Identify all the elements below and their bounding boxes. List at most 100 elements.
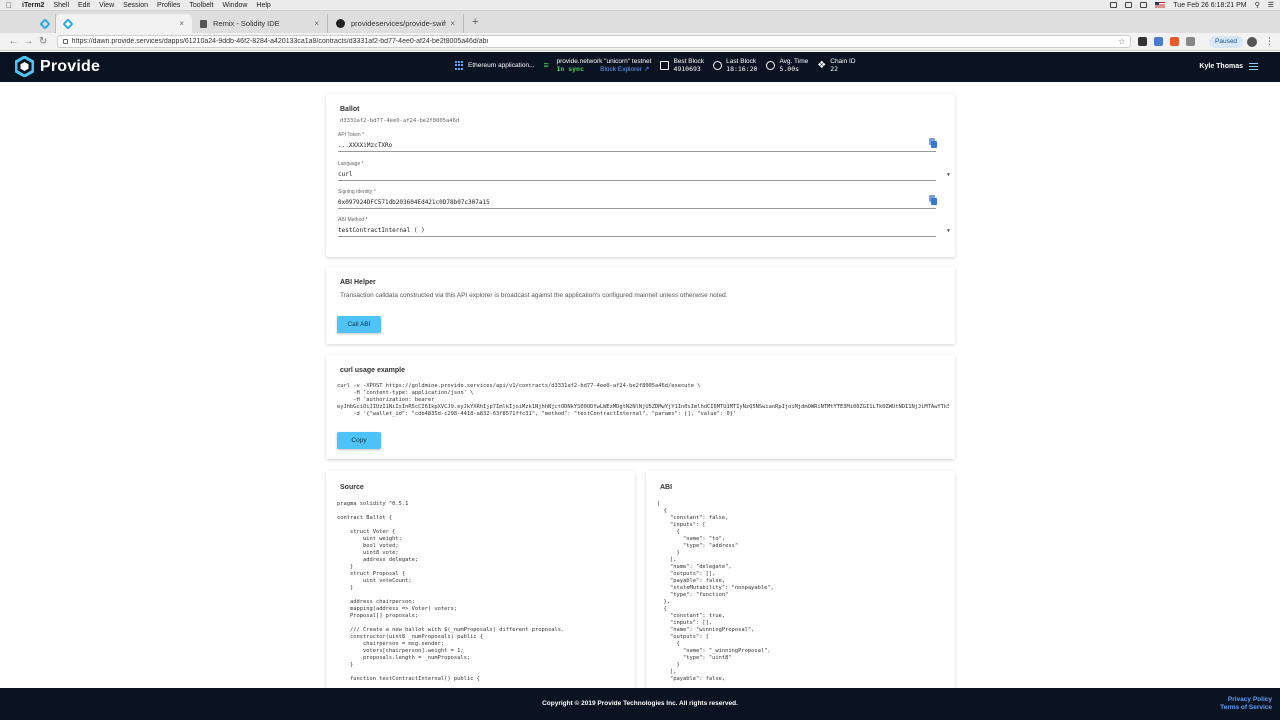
main-content: Ballot d3331af2-bd77-4ee0-af24-be2f8005a… — [0, 82, 1280, 688]
url-text[interactable]: https://dawn.provide.services/dapps/6121… — [72, 38, 1118, 45]
language-value[interactable]: curl — [338, 171, 352, 178]
abi-title: ABI — [660, 484, 673, 491]
curl-code-block: curl -v -XPOST https://goldmine.provide.… — [337, 383, 949, 417]
menu-view[interactable]: View — [99, 2, 114, 9]
abi-method-value[interactable]: testContractInternal ( ) — [338, 227, 425, 234]
more-options-icon[interactable]: ⋮ — [1265, 36, 1274, 47]
brand-logo[interactable]: Provide — [15, 56, 100, 77]
battery-icon[interactable] — [1140, 2, 1148, 8]
profile-avatar[interactable] — [1247, 36, 1257, 47]
browser-toolbar: ← → ↻ https://dawn.provide.services/dapp… — [0, 33, 1280, 51]
copyright-text: Copyright © 2019 Provide Technologies In… — [542, 700, 738, 707]
extension-icon[interactable] — [1186, 37, 1195, 46]
api-token-label: API Token * — [338, 132, 365, 138]
app-header: Provide Ethereum application... ≡ provid… — [0, 52, 1280, 82]
hamburger-menu-icon[interactable] — [1249, 63, 1258, 70]
last-block-value: 18:16:20 — [726, 64, 758, 73]
chain-id-stat: ❖ Chain ID 22 — [817, 58, 855, 73]
source-title: Source — [340, 484, 364, 491]
avg-time-stat: Avg. Time 5.00s — [766, 58, 808, 73]
us-flag-icon[interactable] — [1155, 2, 1166, 8]
profile-paused-chip[interactable]: Paused — [1209, 35, 1244, 48]
menu-app[interactable]: iTerm2 — [22, 2, 44, 9]
wifi-icon[interactable] — [1125, 2, 1133, 8]
address-bar[interactable]: https://dawn.provide.services/dapps/6121… — [56, 35, 1132, 48]
status-icon[interactable] — [1110, 2, 1118, 8]
user-name: Kyle Thomas — [1199, 63, 1243, 70]
copy-token-icon[interactable] — [929, 138, 937, 148]
forward-icon[interactable]: → — [21, 36, 36, 47]
provide-favicon-icon — [62, 17, 74, 30]
language-field[interactable]: Language * curl ▼ — [338, 161, 950, 181]
menu-shell[interactable]: Shell — [53, 2, 69, 9]
provide-hex-icon — [15, 56, 34, 77]
browser-tab-github[interactable]: provideservices/provide-swift × — [328, 14, 464, 33]
ballot-card: Ballot d3331af2-bd77-4ee0-af24-be2f8005a… — [326, 94, 955, 257]
extension-icon[interactable] — [1170, 37, 1180, 46]
abi-method-label: ABI Method * — [338, 217, 368, 223]
menu-window[interactable]: Window — [223, 2, 248, 9]
tab-label: provideservices/provide-swift — [351, 19, 447, 28]
signing-identity-label: Signing Identity * — [338, 189, 376, 195]
avg-time-value: 5.00s — [779, 64, 800, 73]
apple-icon[interactable]:  — [6, 1, 12, 10]
dropdown-arrow-icon[interactable]: ▼ — [947, 228, 950, 234]
close-tab-icon[interactable]: × — [450, 19, 455, 28]
brand-name: Provide — [40, 57, 101, 75]
network-status: ≡ provide.network "unicorn" testnet In s… — [543, 58, 651, 73]
contract-id: d3331af2-bd77-4ee0-af24-be2f8005a46d — [340, 118, 460, 124]
terms-of-service-link[interactable]: Terms of Service — [1220, 704, 1272, 712]
curl-usage-title: curl usage example — [340, 367, 405, 374]
menu-toolbelt[interactable]: Toolbelt — [189, 2, 213, 9]
api-token-value[interactable]: ...XXXXiMzcTXRo — [338, 142, 392, 149]
sync-status: In sync — [556, 64, 584, 73]
copy-identity-icon[interactable] — [929, 195, 937, 205]
bookmark-star-icon[interactable]: ☆ — [1118, 37, 1125, 46]
new-tab-button[interactable]: + — [472, 16, 478, 28]
footer-links: Privacy Policy Terms of Service — [1220, 696, 1272, 712]
browser-tab-provide-pinned[interactable] — [36, 14, 56, 33]
application-selector[interactable]: Ethereum application... — [455, 61, 534, 70]
user-menu[interactable]: Kyle Thomas — [1199, 63, 1258, 70]
menu-help[interactable]: Help — [256, 2, 270, 9]
menu-profiles[interactable]: Profiles — [157, 2, 180, 9]
source-card: Source pragma solidity ^0.5.1 contract B… — [326, 471, 635, 688]
best-block-stat: Best Block 4910693 — [660, 58, 704, 73]
system-clock[interactable]: Tue Feb 26 6:18:21 PM — [1173, 2, 1246, 9]
github-favicon-icon — [336, 19, 345, 28]
os-menubar:  iTerm2 Shell Edit View Session Profile… — [0, 0, 1280, 11]
back-icon[interactable]: ← — [6, 36, 21, 47]
block-icon — [660, 61, 670, 70]
block-explorer-link[interactable]: Block Explorer — [600, 66, 642, 73]
abi-method-field[interactable]: ABI Method * testContractInternal ( ) ▼ — [338, 217, 950, 237]
abi-card: ABI [ { "constant": false, "inputs": [ {… — [646, 471, 955, 688]
signing-identity-value[interactable]: 0x097924DFC571db203604Ed421c0D78b07c307a… — [338, 199, 490, 206]
ballot-title: Ballot — [340, 106, 360, 113]
external-link-icon[interactable]: ↗ — [644, 66, 649, 73]
close-tab-icon[interactable]: × — [179, 19, 184, 28]
provide-favicon-icon — [39, 17, 51, 30]
close-tab-icon[interactable]: × — [314, 19, 319, 28]
best-block-value: 4910693 — [673, 64, 701, 73]
browser-tab-remix[interactable]: Remix - Solidity IDE × — [192, 14, 328, 33]
dropdown-arrow-icon[interactable]: ▼ — [947, 172, 950, 178]
call-abi-button[interactable]: Call ABI — [337, 316, 381, 333]
remix-favicon-icon — [200, 19, 207, 28]
privacy-policy-link[interactable]: Privacy Policy — [1220, 696, 1272, 704]
copy-button[interactable]: Copy — [337, 432, 381, 449]
language-label: Language * — [338, 161, 364, 167]
app-footer: Copyright © 2019 Provide Technologies In… — [0, 688, 1280, 720]
menu-edit[interactable]: Edit — [78, 2, 90, 9]
menu-session[interactable]: Session — [123, 2, 148, 9]
browser-tab-provide[interactable]: × — [56, 14, 192, 33]
api-token-field[interactable]: API Token * ...XXXXiMzcTXRo▼ — [338, 132, 936, 152]
puzzle-icon: ❖ — [817, 60, 827, 71]
search-icon[interactable]: ⚲ — [1255, 1, 1260, 9]
extension-icon[interactable] — [1138, 37, 1148, 46]
reload-icon[interactable]: ↻ — [36, 36, 51, 47]
signing-identity-field[interactable]: Signing Identity * 0x097924DFC571db20360… — [338, 189, 936, 209]
timer-icon — [766, 61, 776, 70]
menu-list-icon[interactable]: ☰ — [1268, 1, 1274, 9]
extension-icon[interactable] — [1154, 37, 1164, 46]
tab-label: Remix - Solidity IDE — [213, 19, 280, 28]
